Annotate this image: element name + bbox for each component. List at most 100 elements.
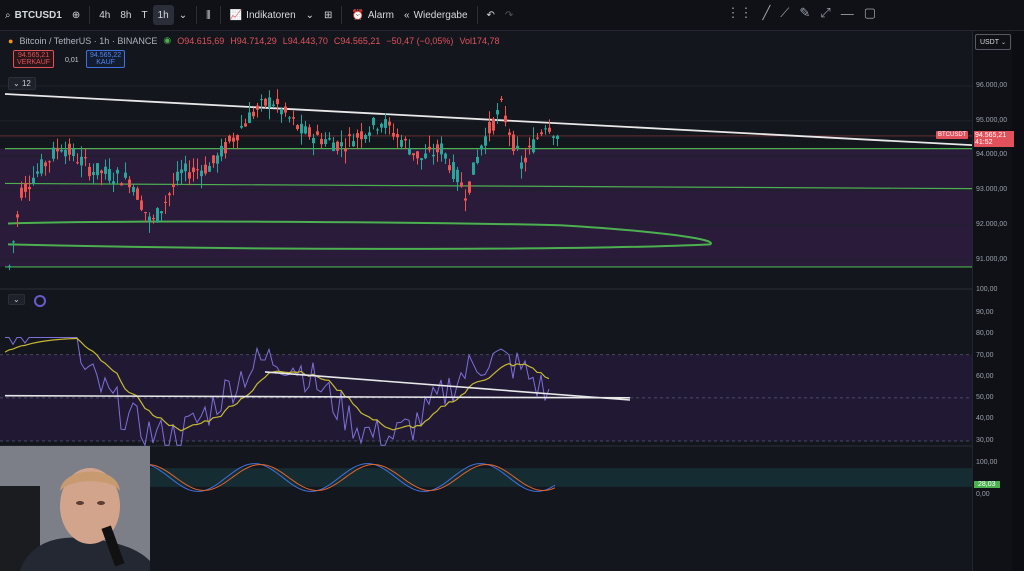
- search-icon: ⌕: [5, 9, 11, 21]
- candle-body: [164, 201, 167, 203]
- buy-button[interactable]: 94.565,22 KAUF: [86, 50, 126, 68]
- candle-body: [72, 149, 75, 156]
- interval-1h[interactable]: 1h: [152, 5, 174, 25]
- candle-body: [184, 163, 187, 172]
- candle-body: [192, 167, 195, 173]
- candle-body: [468, 181, 471, 193]
- sell-button[interactable]: 94.565,21 VERKAUF: [13, 50, 55, 68]
- chart-type-button[interactable]: ⫼: [201, 0, 216, 30]
- rsi-tick: 80,00: [976, 330, 994, 337]
- interval-4h[interactable]: 4h: [94, 0, 115, 30]
- candle-body: [512, 134, 515, 152]
- candle-body: [544, 128, 547, 130]
- indicators-button[interactable]: 📈 Indikatoren: [225, 0, 301, 30]
- interval-1d[interactable]: T: [136, 0, 152, 30]
- candle-body: [100, 170, 103, 174]
- layouts-button[interactable]: ⊞: [319, 0, 337, 30]
- candles-icon: ⫼: [206, 9, 211, 21]
- divider: [219, 6, 221, 24]
- candle-body: [268, 97, 271, 108]
- symbol-search[interactable]: ⌕ BTCUSD1: [0, 0, 67, 30]
- candle-body: [556, 135, 559, 139]
- candle-body: [548, 127, 551, 132]
- candle-body: [424, 153, 427, 159]
- candle-body: [396, 134, 399, 138]
- candle-body: [84, 157, 87, 159]
- undo-button[interactable]: ↶: [482, 0, 500, 30]
- candle-body: [356, 133, 359, 138]
- candle-body: [472, 162, 475, 175]
- candle-body: [252, 111, 255, 117]
- candle-body: [128, 179, 131, 188]
- price-tick: 92.000,00: [976, 221, 1008, 228]
- grip-icon: ⋮⋮: [726, 5, 753, 20]
- candle-body: [112, 181, 115, 184]
- candle-body: [324, 139, 327, 145]
- eye-icon[interactable]: ◉: [163, 35, 171, 46]
- trendline-tool-icon[interactable]: ╱: [762, 5, 770, 21]
- chevron-down-icon: ⌄: [305, 9, 315, 21]
- brush-tool-icon[interactable]: ✎: [799, 5, 810, 21]
- indicator-toggle[interactable]: ⌄ 12: [8, 77, 36, 90]
- stoch-tick: 100,00: [976, 459, 998, 466]
- chevron-down-icon: ⌄: [178, 9, 188, 21]
- rsi-pane-toggle[interactable]: ⌄: [8, 294, 25, 305]
- rsi-tick: 90,00: [976, 309, 994, 316]
- candle-body: [28, 186, 31, 190]
- rsi-tick: 50,00: [976, 394, 994, 401]
- candle-body: [196, 169, 199, 171]
- candle-body: [528, 145, 531, 148]
- candle-body: [276, 98, 279, 105]
- redo-button[interactable]: ↷: [500, 0, 518, 30]
- candle-body: [236, 135, 239, 141]
- candle-body: [536, 137, 539, 139]
- candle-body: [180, 169, 183, 174]
- candle-body: [212, 155, 215, 164]
- candle-body: [172, 184, 175, 187]
- candle-body: [168, 193, 171, 196]
- price-tick: 93.000,00: [976, 186, 1008, 193]
- candle-body: [348, 134, 351, 136]
- chart-legend: ● Bitcoin / TetherUS · 1h · BINANCE ◉ O9…: [8, 35, 499, 46]
- candle-body: [332, 142, 335, 152]
- ray-tool-icon[interactable]: ⟋: [780, 5, 789, 21]
- stoch-tick: 0,00: [976, 491, 990, 498]
- candle-body: [224, 142, 227, 154]
- candle-body: [504, 115, 507, 123]
- candle-body: [216, 155, 219, 164]
- replay-button[interactable]: «Wiedergabe: [399, 0, 472, 30]
- candle-body: [520, 162, 523, 169]
- candle-body: [108, 169, 111, 181]
- candle-body: [12, 241, 15, 243]
- candle-body: [384, 119, 387, 128]
- candle-body: [368, 132, 371, 136]
- candle-body: [52, 147, 55, 159]
- rectangle-tool-icon[interactable]: ▢: [864, 5, 876, 21]
- extended-line-tool-icon[interactable]: ⤢: [820, 5, 830, 21]
- candle-body: [68, 143, 71, 155]
- candle-body: [364, 134, 367, 140]
- alarm-button[interactable]: ⏰ Alarm: [346, 0, 399, 30]
- redo-icon: ↷: [504, 9, 514, 21]
- interval-8h[interactable]: 8h: [115, 0, 136, 30]
- stoch-value-label: 28,03: [974, 481, 1000, 488]
- indicators-dropdown[interactable]: ⌄: [301, 0, 319, 30]
- horizontal-line-tool-icon[interactable]: —: [841, 6, 854, 21]
- rsi-tick: 60,00: [976, 373, 994, 380]
- right-toolbar-edge: [1012, 31, 1024, 571]
- candle-body: [148, 216, 151, 222]
- currency-selector[interactable]: USDT ⌄: [975, 34, 1011, 50]
- candle-body: [40, 159, 43, 174]
- price-axis[interactable]: [972, 31, 1013, 571]
- price-tick: 94.000,00: [976, 151, 1008, 158]
- interval-dropdown[interactable]: ⌄: [174, 0, 192, 30]
- candle-body: [96, 163, 99, 176]
- candle-body: [20, 187, 23, 198]
- candle-body: [80, 156, 83, 166]
- candle-body: [392, 132, 395, 137]
- compare-button[interactable]: ⊕: [67, 0, 85, 30]
- candle-body: [476, 157, 479, 163]
- candle-body: [484, 136, 487, 146]
- candle-body: [232, 137, 235, 142]
- divider: [89, 6, 91, 24]
